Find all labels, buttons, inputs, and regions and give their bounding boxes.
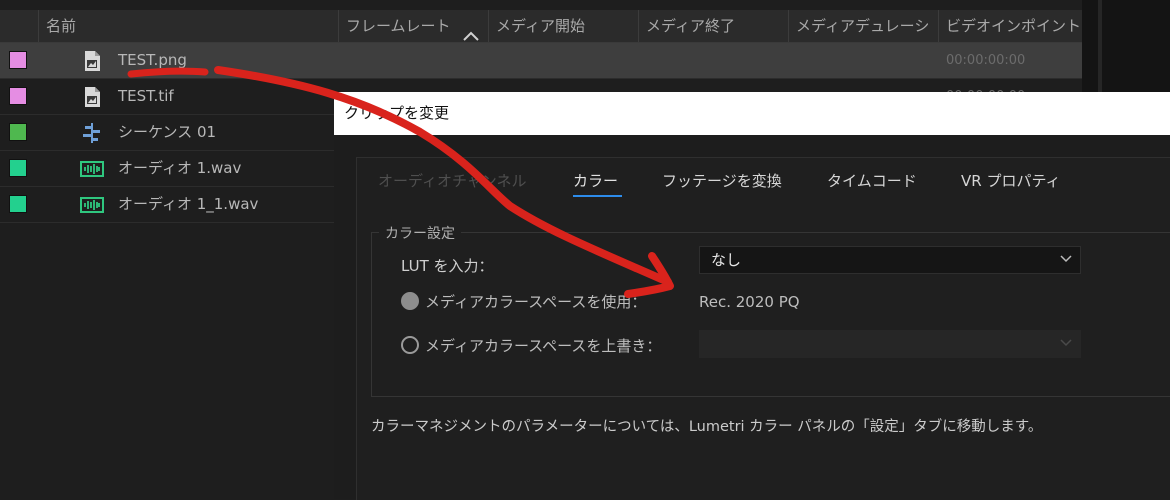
- use-media-color-space-label: メディアカラースペースを使用：: [425, 293, 647, 311]
- file-name: シーケンス 01: [118, 123, 217, 141]
- column-header-name[interactable]: 名前: [38, 10, 338, 42]
- label-color-swatch[interactable]: [9, 159, 27, 177]
- color-settings-group: カラー設定 LUT を入力： なし メディアカラースペースを使用： Rec. 2…: [371, 223, 1170, 397]
- column-header-media-duration[interactable]: メディアデュレーシ: [788, 10, 938, 42]
- color-management-note: カラーマネジメントのパラメーターについては、Lumetri カラー パネルの「設…: [371, 419, 1043, 435]
- tab-color[interactable]: カラー: [573, 170, 618, 191]
- label-color-swatch[interactable]: [9, 123, 27, 141]
- column-header-media-start[interactable]: メディア開始: [488, 10, 638, 42]
- lut-dropdown-value: なし: [711, 251, 742, 269]
- color-settings-legend: カラー設定: [379, 223, 461, 243]
- file-name: オーディオ 1_1.wav: [118, 195, 259, 213]
- label-color-swatch[interactable]: [9, 87, 27, 105]
- label-color-swatch[interactable]: [9, 51, 27, 69]
- tab-interpret-footage[interactable]: フッテージを変換: [662, 170, 782, 191]
- file-name: オーディオ 1.wav: [118, 159, 242, 177]
- label-column-header[interactable]: [0, 10, 38, 42]
- image-file-icon: [85, 51, 100, 71]
- label-color-swatch[interactable]: [9, 195, 27, 213]
- lut-dropdown[interactable]: なし: [699, 246, 1081, 274]
- chevron-down-icon: [1060, 339, 1072, 347]
- audio-waveform-icon: [80, 161, 104, 177]
- tab-vr-properties[interactable]: VR プロパティ: [961, 170, 1061, 191]
- modify-clip-dialog: クリップを変更 オーディオチャンネル カラー フッテージを変換 タイムコード V…: [334, 92, 1170, 500]
- video-in-point-timecode: 00:00:00:00: [946, 53, 1026, 68]
- project-row[interactable]: TEST.png 00:00:00:00: [0, 43, 1082, 79]
- sequence-icon: [83, 123, 100, 143]
- dialog-titlebar[interactable]: クリップを変更: [334, 92, 1170, 135]
- file-name: TEST.tif: [118, 87, 174, 105]
- audio-waveform-icon: [80, 197, 104, 213]
- panel-divider[interactable]: [1098, 0, 1102, 92]
- active-tab-indicator: [573, 195, 622, 197]
- tab-audio-channels[interactable]: オーディオチャンネル: [378, 170, 527, 191]
- use-media-color-space-radio[interactable]: [401, 292, 419, 310]
- column-header-video-in-point[interactable]: ビデオインポイント: [938, 10, 1082, 42]
- column-header-media-end[interactable]: メディア終了: [638, 10, 788, 42]
- column-header-row: 名前 フレームレート メディア開始 メディア終了 メディアデュレーシ ビデオイン…: [0, 10, 1082, 43]
- media-color-space-value: Rec. 2020 PQ: [699, 293, 800, 311]
- image-file-icon: [85, 87, 100, 107]
- lut-label: LUT を入力：: [401, 257, 494, 275]
- chevron-down-icon: [1060, 255, 1072, 263]
- file-name: TEST.png: [118, 51, 187, 69]
- sort-ascending-icon[interactable]: [461, 29, 481, 43]
- override-color-space-dropdown[interactable]: [699, 330, 1081, 358]
- override-media-color-space-radio[interactable]: [401, 336, 419, 354]
- dialog-title: クリップを変更: [344, 104, 450, 122]
- override-media-color-space-label: メディアカラースペースを上書き：: [425, 337, 662, 355]
- dialog-body: オーディオチャンネル カラー フッテージを変換 タイムコード VR プロパティ …: [356, 157, 1170, 500]
- tab-timecode[interactable]: タイムコード: [827, 170, 917, 191]
